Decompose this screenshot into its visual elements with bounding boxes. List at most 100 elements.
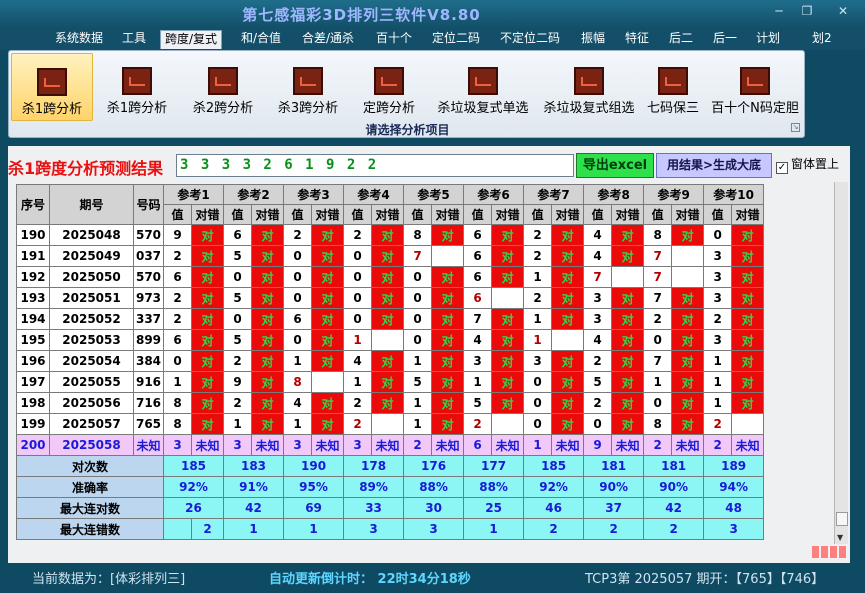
table-row[interactable]: 194 2025052 337 2 对 0 对 6 对 0 对 0 对 7 对 1 对 3 对 2 对 2 对 (16, 308, 765, 330)
ribbon-seven-three[interactable]: 七码保三 (642, 53, 704, 121)
ref-value: 0 (403, 266, 433, 288)
chart-icon (574, 67, 604, 95)
col-issue: 期号 (49, 184, 134, 225)
hit-cell: 对 (551, 266, 585, 288)
table-row[interactable]: 193 2025051 973 2 对 5 对 0 对 0 对 0 对 6 2 对 3 对 7 对 3 对 (16, 287, 765, 309)
hit-cell: 对 (251, 266, 285, 288)
ribbon-n-code[interactable]: 百十个N码定胆 (706, 53, 804, 121)
result-field[interactable]: 3 3 3 3 2 6 1 9 2 2 (176, 154, 574, 177)
ref-value: 1 (463, 371, 493, 393)
hit-cell: 对 (671, 224, 705, 246)
ribbon-kill2-span[interactable]: 杀2跨分析 (183, 53, 263, 121)
stat-value: 2 (643, 518, 705, 540)
table-row[interactable]: 190 2025048 570 9 对 6 对 2 对 2 对 8 对 6 对 2 对 4 对 8 对 0 对 (16, 224, 765, 246)
menu-amplitude[interactable]: 振幅 (577, 30, 609, 49)
menu-system-data[interactable]: 系统数据 (51, 30, 107, 49)
ribbon-expand-icon[interactable]: ↘ (791, 123, 800, 132)
ribbon-fixed-span[interactable]: 定跨分析 (354, 53, 424, 121)
generate-base-button[interactable]: 用结果>生成大底 (656, 153, 772, 178)
hit-cell: 对 (311, 224, 345, 246)
ribbon-kill1-span-active[interactable]: 杀1跨分析 (11, 53, 93, 121)
result-title: 杀1跨度分析预测结果 (8, 159, 164, 178)
hit-cell: 对 (551, 224, 585, 246)
restore-icon[interactable]: ❐ (796, 4, 818, 18)
ref-value: 6 (463, 266, 493, 288)
chart-icon (658, 67, 688, 95)
ribbon-junk-group[interactable]: 杀垃圾复式组选 (537, 53, 641, 121)
menu-feature[interactable]: 特征 (621, 30, 653, 49)
stat-value: 2 (190, 518, 225, 540)
hit-cell: 对 (491, 371, 525, 393)
scroll-thumb[interactable] (836, 512, 848, 526)
minimize-icon[interactable]: ─ (768, 4, 790, 18)
menu-span-compound[interactable]: 跨度/复式 (160, 30, 223, 49)
menu-last-two[interactable]: 后二 (665, 30, 697, 49)
row-issue: 2025051 (49, 287, 134, 309)
stat-value: 181 (583, 455, 645, 477)
hit-cell: 对 (491, 245, 525, 267)
vertical-scrollbar[interactable]: ▼ (834, 182, 848, 544)
table-row[interactable]: 196 2025054 384 0 对 2 对 1 对 4 对 1 对 3 对 3 对 2 对 7 对 1 对 (16, 350, 765, 372)
menu-pos-two[interactable]: 定位二码 (428, 30, 484, 49)
ref-header: 参考1 (162, 184, 225, 205)
ribbon-caption: 请选择分析项目 (365, 123, 450, 137)
export-excel-button[interactable]: 导出excel (576, 153, 654, 178)
ref-value: 0 (223, 308, 253, 330)
pred-value: 1 (523, 434, 553, 456)
ref-header: 参考5 (403, 184, 465, 205)
ribbon-panel: 杀1跨分析 杀1跨分析 杀2跨分析 杀3跨分析 定跨分析 杀垃圾复式单选 杀垃圾… (8, 50, 805, 138)
menu-diff-kill[interactable]: 合差/通杀 (298, 30, 358, 49)
ref-value: 0 (343, 245, 373, 267)
status-countdown: 自动更新倒计时： 22时34分18秒 (269, 572, 471, 587)
row-number: 973 (133, 287, 164, 309)
menu-digits[interactable]: 百十个 (372, 30, 416, 49)
ribbon-kill1-span[interactable]: 杀1跨分析 (97, 53, 177, 121)
hit-cell: 对 (190, 245, 225, 267)
stat-value: 183 (223, 455, 285, 477)
row-issue: 2025057 (49, 413, 134, 435)
ref-value: 1 (343, 329, 373, 351)
hit-cell: 对 (311, 308, 345, 330)
ribbon-kill3-span[interactable]: 杀3跨分析 (268, 53, 348, 121)
table-row[interactable]: 192 2025050 570 6 对 0 对 0 对 0 对 0 对 6 对 1 对 7 7 3 对 (16, 266, 765, 288)
menu-plan2[interactable]: 划2 (808, 30, 836, 49)
ribbon-junk-single[interactable]: 杀垃圾复式单选 (431, 53, 535, 121)
menu-nonpos-two[interactable]: 不定位二码 (496, 30, 564, 49)
topmost-checkbox[interactable]: ✓ 窗体置上 (776, 155, 839, 174)
prediction-row[interactable]: 200 2025058 未知 3 未知 3 未知 3 未知 3 未知 2 未知 6 未知 1 未知 9 未知 2 未知 2… (16, 434, 765, 456)
table-row[interactable]: 199 2025057 765 8 对 1 对 1 对 2 1 对 2 0 对 0 对 8 对 2 (16, 413, 765, 435)
menu-bar: 系统数据 工具 跨度/复式 和/合值 合差/通杀 百十个 定位二码 不定位二码 … (0, 28, 865, 50)
miss-cell (731, 413, 765, 435)
stat-value: 94% (703, 476, 765, 498)
pred-check: 未知 (671, 434, 705, 456)
hit-cell: 对 (190, 350, 225, 372)
menu-tools[interactable]: 工具 (118, 30, 150, 49)
stat-value: 176 (403, 455, 465, 477)
menu-sum[interactable]: 和/合值 (237, 30, 285, 49)
row-seq: 192 (16, 266, 50, 288)
stat-value: 89% (343, 476, 405, 498)
menu-last-one[interactable]: 后一 (709, 30, 741, 49)
ref-value: 3 (703, 245, 733, 267)
resize-grip[interactable] (812, 546, 848, 560)
table-row[interactable]: 191 2025049 037 2 对 5 对 0 对 0 对 7 6 对 2 对 4 对 7 3 对 (16, 245, 765, 267)
ref-value: 2 (163, 287, 192, 309)
scroll-down-icon[interactable]: ▼ (837, 533, 843, 542)
table-row[interactable]: 195 2025053 899 6 对 5 对 0 对 1 0 对 4 对 1 4 对 0 对 3 对 (16, 329, 765, 351)
table-row[interactable]: 198 2025056 716 8 对 2 对 4 对 2 对 1 对 5 对 0 对 2 对 0 对 1 对 (16, 392, 765, 414)
ref-value: 4 (283, 392, 313, 414)
stat-row: 对次数 185 183 190 178 176 177 185 181 181 189 (16, 455, 765, 477)
ref-value: 1 (283, 413, 313, 435)
ref-value: 9 (163, 224, 192, 246)
close-icon[interactable]: ✕ (832, 4, 854, 18)
col-number: 号码 (133, 184, 164, 225)
hit-cell: 对 (551, 308, 585, 330)
pred-check: 未知 (551, 434, 585, 456)
check-header: 对错 (311, 204, 345, 225)
ref-value: 0 (403, 287, 433, 309)
table-row[interactable]: 197 2025055 916 1 对 9 对 8 1 对 5 对 1 对 0 对 5 对 1 对 1 对 (16, 371, 765, 393)
miss-cell (671, 245, 705, 267)
hit-cell: 对 (671, 350, 705, 372)
ref-value: 8 (643, 413, 673, 435)
menu-plan[interactable]: 计划 (752, 30, 784, 49)
